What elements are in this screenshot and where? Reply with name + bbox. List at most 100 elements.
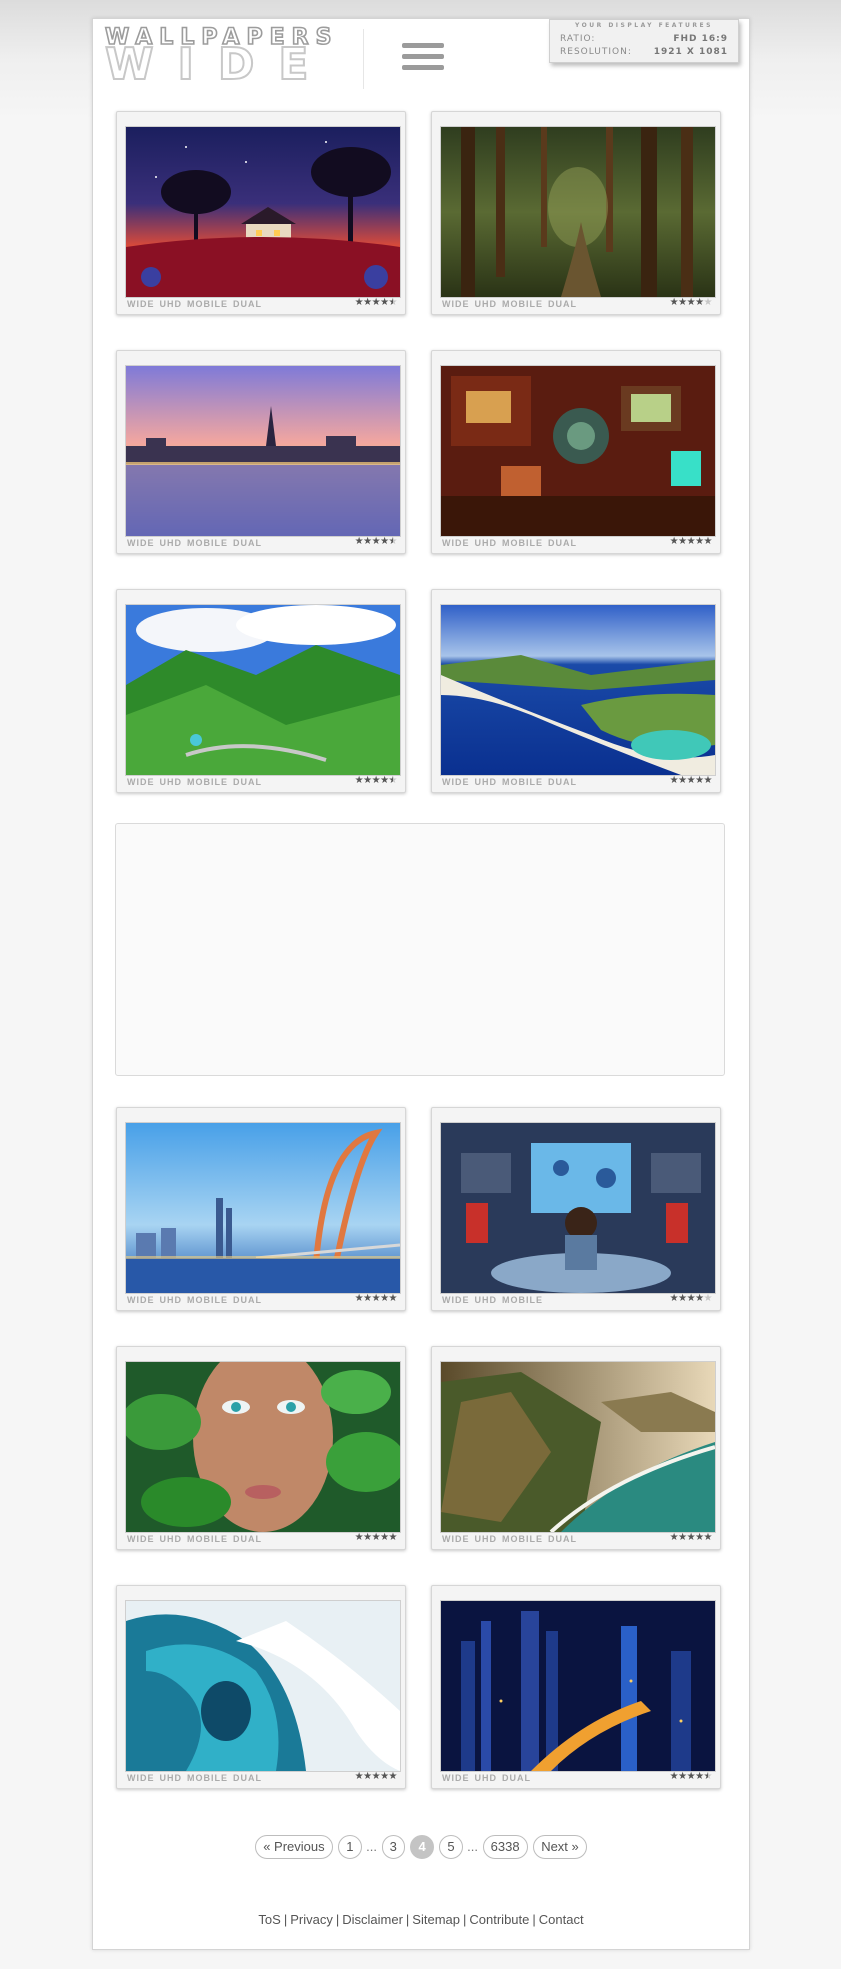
resolution-tag-wide[interactable]: WIDE xyxy=(127,299,155,309)
star-icon: ★ xyxy=(678,536,687,547)
star-icon: ★ xyxy=(388,536,398,547)
star-icon: ★ xyxy=(678,775,687,786)
resolution-tag-mobile[interactable]: MOBILE xyxy=(502,777,543,787)
resolution-tag-wide[interactable]: WIDE xyxy=(127,538,155,548)
display-features-title: YOUR DISPLAY FEATURES xyxy=(575,22,713,29)
wallpaper-thumbnail[interactable] xyxy=(440,365,716,537)
resolution-tag-dual[interactable]: DUAL xyxy=(233,777,262,787)
resolution-tag-mobile[interactable]: MOBILE xyxy=(187,777,228,787)
resolution-tag-wide[interactable]: WIDE xyxy=(127,1773,155,1783)
resolution-tag-mobile[interactable]: MOBILE xyxy=(187,299,228,309)
star-icon: ★ xyxy=(703,1293,713,1304)
resolution-tag-mobile[interactable]: MOBILE xyxy=(502,538,543,548)
resolution-tag-wide[interactable]: WIDE xyxy=(442,777,470,787)
footer-link-disclaimer[interactable]: Disclaimer xyxy=(342,1912,403,1927)
resolution-tag-dual[interactable]: DUAL xyxy=(548,777,577,787)
logo-wordmark-bottom: WIDE xyxy=(104,38,333,91)
resolution-tag-mobile[interactable]: MOBILE xyxy=(187,1534,228,1544)
resolution-tag-mobile[interactable]: MOBILE xyxy=(187,1295,228,1305)
resolution-tag-wide[interactable]: WIDE xyxy=(127,1295,155,1305)
wallpaper-thumbnail[interactable] xyxy=(125,1122,401,1294)
footer-link-privacy[interactable]: Privacy xyxy=(290,1912,333,1927)
resolution-tag-dual[interactable]: DUAL xyxy=(548,538,577,548)
resolution-tag-uhd[interactable]: UHD xyxy=(475,299,498,309)
wallpaper-card: WIDE UHD DUAL ★★★★★ xyxy=(431,1585,721,1789)
next-page-button[interactable]: Next » xyxy=(533,1835,587,1859)
page-5-button[interactable]: 5 xyxy=(439,1835,463,1859)
resolution-tag-dual[interactable]: DUAL xyxy=(233,1773,262,1783)
star-icon: ★ xyxy=(371,297,381,308)
resolution-tag-wide[interactable]: WIDE xyxy=(442,1534,470,1544)
star-icon: ★ xyxy=(371,1293,381,1304)
resolution-tag-wide[interactable]: WIDE xyxy=(442,538,470,548)
resolution-tag-uhd[interactable]: UHD xyxy=(160,777,183,787)
star-icon: ★ xyxy=(354,775,364,786)
hamburger-menu-icon[interactable] xyxy=(402,43,444,75)
resolution-tag-uhd[interactable]: UHD xyxy=(160,299,183,309)
wallpaper-thumbnail[interactable] xyxy=(125,1361,401,1533)
star-icon: ★ xyxy=(354,1293,364,1304)
resolution-tag-dual[interactable]: DUAL xyxy=(548,1534,577,1544)
resolution-tags: WIDE UHD MOBILE DUAL xyxy=(127,538,267,548)
resolution-tag-wide[interactable]: WIDE xyxy=(442,1773,470,1783)
resolution-value: 1921 X 1081 xyxy=(653,47,728,57)
resolution-tag-mobile[interactable]: MOBILE xyxy=(502,1295,543,1305)
star-icon: ★ xyxy=(669,775,679,786)
resolution-tag-uhd[interactable]: UHD xyxy=(475,1295,498,1305)
resolution-tag-dual[interactable]: DUAL xyxy=(233,1534,262,1544)
wallpaper-thumbnail[interactable] xyxy=(125,1600,401,1772)
resolution-tag-dual[interactable]: DUAL xyxy=(233,1295,262,1305)
ratio-value: FHD 16:9 xyxy=(673,34,728,44)
footer-link-contact[interactable]: Contact xyxy=(539,1912,584,1927)
resolution-tag-wide[interactable]: WIDE xyxy=(127,1534,155,1544)
page-4-button[interactable]: 4 xyxy=(410,1835,434,1859)
resolution-tag-wide[interactable]: WIDE xyxy=(442,299,470,309)
wallpaper-thumbnail[interactable] xyxy=(125,365,401,537)
star-icon: ★ xyxy=(388,1293,398,1304)
resolution-tag-uhd[interactable]: UHD xyxy=(160,1534,183,1544)
wallpaper-thumbnail[interactable] xyxy=(440,1122,716,1294)
footer-separator: | xyxy=(463,1912,467,1927)
page-1-button[interactable]: 1 xyxy=(338,1835,362,1859)
resolution-tags: WIDE UHD MOBILE DUAL xyxy=(127,1773,267,1783)
wallpaper-thumbnail[interactable] xyxy=(125,604,401,776)
previous-page-button[interactable]: « Previous xyxy=(255,1835,333,1859)
resolution-tag-uhd[interactable]: UHD xyxy=(160,538,183,548)
resolution-tag-dual[interactable]: DUAL xyxy=(548,299,577,309)
footer-separator: | xyxy=(532,1912,536,1927)
resolution-tag-uhd[interactable]: UHD xyxy=(160,1295,183,1305)
star-rating: ★★★★★ xyxy=(670,1532,713,1543)
display-features-panel: YOUR DISPLAY FEATURES RATIO: FHD 16:9 RE… xyxy=(549,19,739,63)
resolution-tag-uhd[interactable]: UHD xyxy=(475,1534,498,1544)
resolution-tag-uhd[interactable]: UHD xyxy=(475,777,498,787)
footer-link-sitemap[interactable]: Sitemap xyxy=(412,1912,460,1927)
wallpaper-thumbnail[interactable] xyxy=(440,604,716,776)
page-container: WALLPAPERS WIDE YOUR DISPLAY FEATURES RA… xyxy=(92,18,750,1950)
wallpaper-card: WIDE UHD MOBILE ★★★★★ xyxy=(431,1107,721,1311)
star-icon: ★ xyxy=(686,536,696,547)
resolution-tag-dual[interactable]: DUAL xyxy=(233,299,262,309)
wallpaper-thumbnail[interactable] xyxy=(125,126,401,298)
page-3-button[interactable]: 3 xyxy=(381,1835,405,1859)
wallpaper-thumbnail[interactable] xyxy=(440,1361,716,1533)
star-rating: ★★★★★ xyxy=(354,775,398,786)
resolution-tag-wide[interactable]: WIDE xyxy=(127,777,155,787)
resolution-tag-uhd[interactable]: UHD xyxy=(475,538,498,548)
resolution-tag-mobile[interactable]: MOBILE xyxy=(187,538,228,548)
star-icon: ★ xyxy=(703,1532,713,1543)
star-rating: ★★★★★ xyxy=(355,1532,398,1543)
resolution-tag-mobile[interactable]: MOBILE xyxy=(187,1773,228,1783)
resolution-tag-mobile[interactable]: MOBILE xyxy=(502,1534,543,1544)
resolution-tag-uhd[interactable]: UHD xyxy=(475,1773,498,1783)
footer-link-tos[interactable]: ToS xyxy=(258,1912,280,1927)
resolution-tag-dual[interactable]: DUAL xyxy=(233,538,262,548)
wallpaper-thumbnail[interactable] xyxy=(440,126,716,298)
site-logo[interactable]: WALLPAPERS WIDE xyxy=(104,24,363,91)
resolution-tag-wide[interactable]: WIDE xyxy=(442,1295,470,1305)
resolution-tag-uhd[interactable]: UHD xyxy=(160,1773,183,1783)
footer-link-contribute[interactable]: Contribute xyxy=(469,1912,529,1927)
resolution-tag-mobile[interactable]: MOBILE xyxy=(502,299,543,309)
wallpaper-thumbnail[interactable] xyxy=(440,1600,716,1772)
page-6338-button[interactable]: 6338 xyxy=(482,1835,528,1859)
resolution-tag-dual[interactable]: DUAL xyxy=(502,1773,531,1783)
